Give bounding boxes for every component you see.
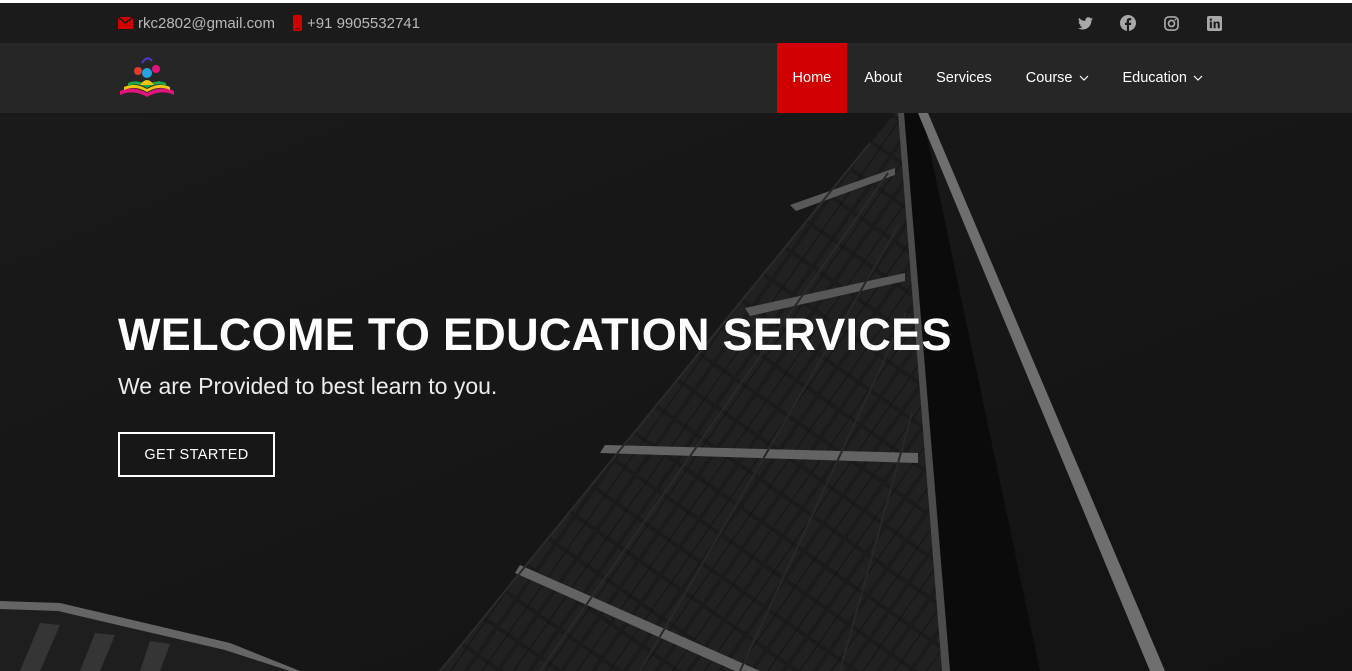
nav-home-label[interactable]: Home <box>793 70 832 86</box>
nav-about-label[interactable]: About <box>864 70 902 86</box>
email-text[interactable]: rkc2802@gmail.com <box>138 15 275 32</box>
hero-section: WELCOME TO EDUCATION SERVICES We are Pro… <box>0 113 1352 671</box>
hero-title: WELCOME TO EDUCATION SERVICES <box>118 309 952 360</box>
main-nav: Home About Services Course Education <box>776 43 1221 113</box>
nav-education[interactable]: Education <box>1106 43 1221 113</box>
instagram-icon[interactable] <box>1163 15 1179 31</box>
nav-services[interactable]: Services <box>919 43 1009 113</box>
facebook-icon[interactable] <box>1120 15 1136 31</box>
chevron-down-icon[interactable] <box>1079 75 1089 81</box>
envelope-icon <box>118 17 133 29</box>
phone-contact[interactable]: +91 9905532741 <box>292 15 420 32</box>
nav-course[interactable]: Course <box>1009 43 1106 113</box>
social-links <box>1050 3 1222 43</box>
phone-text[interactable]: +91 9905532741 <box>307 15 420 32</box>
main-header: Home About Services Course Education <box>0 43 1352 113</box>
nav-services-label[interactable]: Services <box>936 70 992 86</box>
nav-about[interactable]: About <box>847 43 919 113</box>
contact-info: rkc2802@gmail.com +91 9905532741 <box>118 3 438 43</box>
phone-icon <box>292 15 302 31</box>
hero-subtitle: We are Provided to best learn to you. <box>118 373 498 399</box>
site-logo[interactable] <box>118 55 176 101</box>
nav-home[interactable]: Home <box>776 43 848 113</box>
nav-course-label[interactable]: Course <box>1026 70 1073 86</box>
chevron-down-icon[interactable] <box>1193 75 1203 81</box>
twitter-icon[interactable] <box>1077 15 1093 31</box>
email-contact[interactable]: rkc2802@gmail.com <box>118 15 275 32</box>
nav-education-label[interactable]: Education <box>1123 70 1188 86</box>
get-started-button[interactable]: GET STARTED <box>118 432 275 477</box>
top-bar: rkc2802@gmail.com +91 9905532741 <box>0 3 1352 43</box>
linkedin-icon[interactable] <box>1206 15 1222 31</box>
page: rkc2802@gmail.com +91 9905532741 Home Ab… <box>0 3 1352 671</box>
